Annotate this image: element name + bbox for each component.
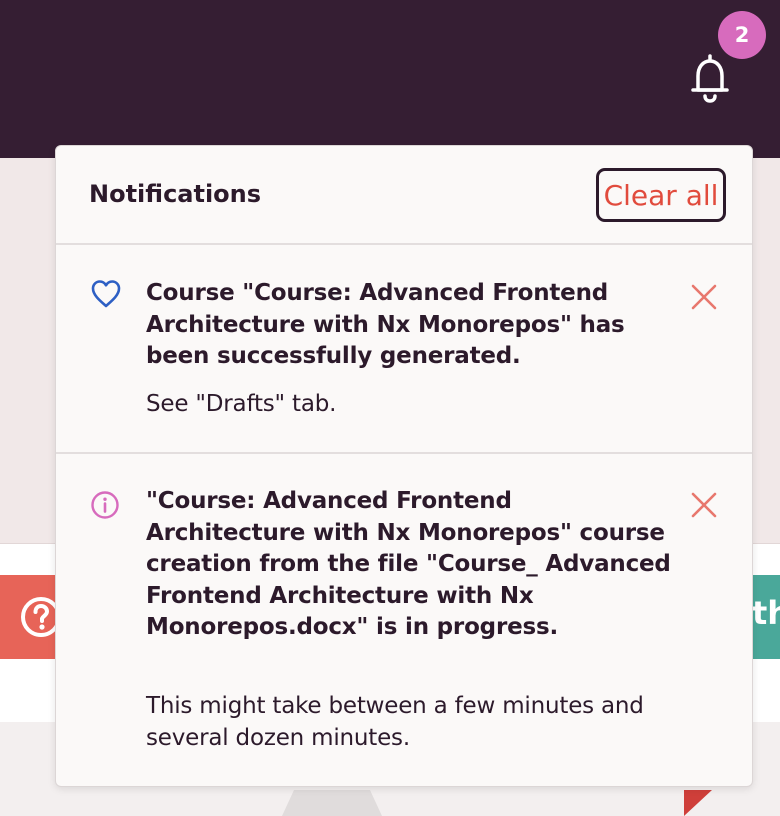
notifications-panel: Notifications Clear all Course "Course: … — [55, 145, 753, 787]
notifications-bell-button[interactable] — [686, 52, 734, 104]
notification-title: "Course: Advanced Frontend Architecture … — [146, 488, 671, 640]
info-icon — [90, 490, 120, 520]
notification-body: See "Drafts" tab. — [146, 391, 337, 417]
notification-item: "Course: Advanced Frontend Architecture … — [56, 454, 752, 784]
notification-item: Course "Course: Advanced Frontend Archit… — [56, 245, 752, 454]
close-icon — [691, 492, 717, 518]
notification-count-badge: 2 — [718, 11, 766, 59]
top-navigation-bar — [0, 0, 780, 158]
close-icon — [691, 284, 717, 310]
notifications-title: Notifications — [89, 180, 262, 208]
notifications-header: Notifications Clear all — [56, 146, 752, 245]
bell-icon — [691, 54, 729, 103]
heart-icon — [90, 278, 122, 310]
bottom-decoration — [282, 790, 382, 816]
dismiss-notification-button[interactable] — [690, 491, 718, 519]
notification-body: This might take between a few minutes an… — [146, 693, 644, 751]
teal-action-button-label: th — [752, 594, 780, 632]
dismiss-notification-button[interactable] — [690, 283, 718, 311]
notification-title: Course "Course: Advanced Frontend Archit… — [146, 280, 625, 369]
clear-all-button[interactable]: Clear all — [596, 168, 726, 222]
